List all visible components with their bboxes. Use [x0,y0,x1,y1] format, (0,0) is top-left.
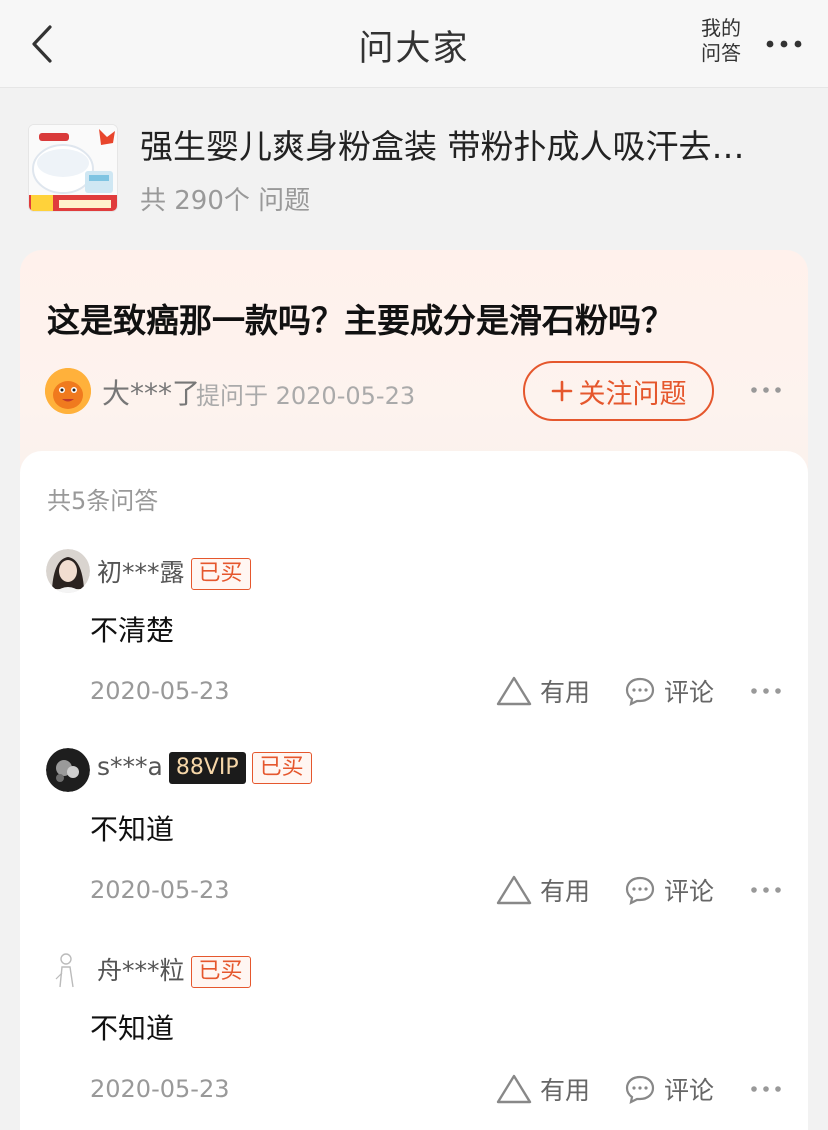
product-thumbnail [28,124,118,212]
answers-count: 共5条问答 [47,487,159,515]
bought-badge: 已买 [190,956,251,988]
comment-label: 评论 [664,1076,715,1105]
answerer-name: 初***露 [97,558,185,587]
useful-button[interactable]: 有用 [496,1071,590,1107]
answerer-avatar[interactable] [46,947,90,991]
useful-label: 有用 [540,877,591,906]
top-nav-bar: 问大家 我的 问答 [0,0,828,88]
answerer-avatar[interactable] [46,748,90,792]
my-answers-link[interactable]: 我的 问答 [694,16,748,66]
answerer-name: 舟***粒 [97,956,185,985]
follow-question-label: 关注问题 [578,378,687,410]
follow-question-button[interactable]: 关注问题 [523,361,714,421]
answer-item: s***a 88VIP 已买 不知道 2020-05-23 有用 评论 [20,748,808,948]
bought-badge: 已买 [251,752,312,784]
answer-date: 2020-05-23 [90,1075,230,1103]
answer-text: 不知道 [90,1012,175,1045]
asked-date: 提问于 2020-05-23 [196,382,416,410]
answer-text: 不知道 [90,813,175,846]
more-dots-icon [751,1086,781,1092]
comment-label: 评论 [664,877,715,906]
more-dots-icon [751,887,781,893]
my-answers-line2: 问答 [701,41,741,65]
more-dots-icon [751,688,781,694]
more-dots-icon [751,387,781,393]
question-more-button[interactable] [746,376,786,404]
answer-more-button[interactable] [746,677,786,705]
comment-label: 评论 [664,678,715,707]
answer-more-button[interactable] [746,1075,786,1103]
answer-more-button[interactable] [746,876,786,904]
plus-icon [551,375,573,407]
nav-more-button[interactable] [762,30,806,58]
answers-panel: 共5条问答 初***露 已买 不清楚 2020-05-23 有用 评论 s***… [20,451,808,1130]
my-answers-line1: 我的 [701,16,741,40]
bought-badge: 已买 [190,558,251,590]
answerer-info: s***a 88VIP 已买 [97,752,312,784]
question-text: 这是致癌那一款吗？主要成分是滑石粉吗？ [47,301,674,340]
user-photo-avatar [46,748,90,792]
comment-bubble-icon [624,1074,656,1104]
mascot-avatar-icon [45,368,91,414]
answerer-info: 初***露 已买 [97,553,251,590]
product-summary[interactable]: 强生婴儿爽身粉盒装 带粉扑成人吸汗去… 共 290个 问题 [0,96,828,234]
answer-item: 初***露 已买 不清楚 2020-05-23 有用 评论 [20,549,808,749]
useful-button[interactable]: 有用 [496,872,590,908]
comment-button[interactable]: 评论 [624,872,714,908]
useful-button[interactable]: 有用 [496,673,590,709]
answerer-avatar[interactable] [46,549,90,593]
comment-button[interactable]: 评论 [624,1071,714,1107]
answer-date: 2020-05-23 [90,876,230,904]
asker-avatar [45,368,91,414]
answer-item: 舟***粒 已买 不知道 2020-05-23 有用 评论 [20,947,808,1130]
answerer-name: s***a [97,752,163,781]
vip-badge: 88VIP [168,752,246,784]
comment-button[interactable]: 评论 [624,673,714,709]
question-count: 共 290个 问题 [140,186,311,216]
comment-bubble-icon [624,676,656,706]
triangle-useful-icon [496,676,532,706]
triangle-useful-icon [496,1074,532,1104]
answer-text: 不清楚 [90,614,175,647]
product-name[interactable]: 强生婴儿爽身粉盒装 带粉扑成人吸汗去… [140,120,780,168]
product-image [29,125,117,211]
user-sketch-avatar [46,947,90,991]
more-dots-icon [766,40,802,48]
user-photo-avatar [46,549,90,593]
useful-label: 有用 [540,678,591,707]
comment-bubble-icon [624,875,656,905]
asker-name: 大***了 [102,377,201,410]
answer-date: 2020-05-23 [90,677,230,705]
answerer-info: 舟***粒 已买 [97,951,251,988]
useful-label: 有用 [540,1076,591,1105]
triangle-useful-icon [496,875,532,905]
